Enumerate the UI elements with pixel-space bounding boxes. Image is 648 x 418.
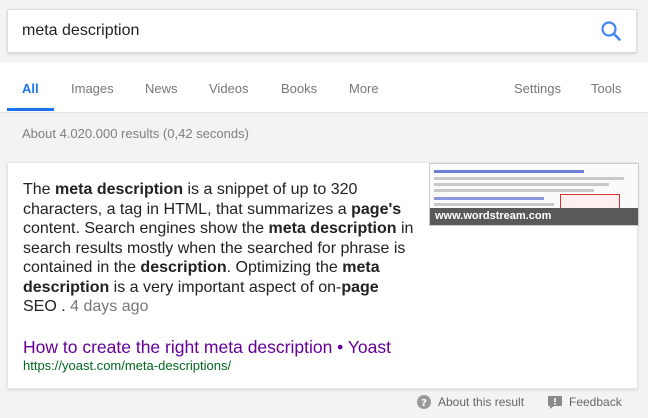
snippet-date: 4 days ago <box>70 298 149 315</box>
feedback-label: Feedback <box>569 395 622 409</box>
settings-link[interactable]: Settings <box>514 81 561 96</box>
snippet-segment: . Optimizing the <box>226 259 343 276</box>
result-title-link[interactable]: How to create the right meta description… <box>23 337 391 358</box>
snippet-segment: SEO . <box>23 298 71 315</box>
tab-images[interactable]: Images <box>71 81 114 96</box>
tab-all[interactable]: All <box>22 81 39 96</box>
featured-snippet-card: The meta description is a snippet of up … <box>7 162 639 389</box>
snippet-segment: is a very important aspect of on- <box>109 278 342 296</box>
tab-videos[interactable]: Videos <box>209 81 249 96</box>
thumbnail-caption: www.wordstream.com <box>430 208 638 225</box>
snippet-segment: content. Search engines show the <box>23 220 269 237</box>
thumbnail-text-line <box>434 189 594 192</box>
about-this-result-link[interactable]: ? About this result <box>417 395 524 409</box>
thumbnail-text-line <box>434 177 624 180</box>
thumbnail-text-line <box>434 183 609 186</box>
about-this-result-label: About this result <box>438 395 525 409</box>
snippet-highlight: meta description <box>268 220 397 237</box>
thumbnail-text-line <box>434 197 544 200</box>
tab-books[interactable]: Books <box>281 81 317 96</box>
tab-news[interactable]: News <box>145 81 178 96</box>
thumbnail-link-line <box>434 170 584 173</box>
feedback-icon <box>548 395 562 409</box>
results-stats: About 4.020.000 results (0,42 seconds) <box>22 126 249 141</box>
search-input[interactable] <box>22 10 582 52</box>
search-box[interactable] <box>7 9 637 53</box>
snippet-segment: The <box>23 181 56 198</box>
search-tabs-bar: All Images News Videos Books More Settin… <box>0 62 648 113</box>
snippet-highlight: page's <box>351 200 402 218</box>
search-icon[interactable] <box>600 20 622 42</box>
tools-link[interactable]: Tools <box>591 81 621 96</box>
feedback-link[interactable]: Feedback <box>548 395 622 409</box>
tab-more[interactable]: More <box>349 81 379 96</box>
snippet-text: The meta description is a snippet of up … <box>23 180 415 317</box>
svg-text:?: ? <box>421 398 427 409</box>
snippet-highlight: description <box>140 259 227 276</box>
thumbnail-text-line <box>434 203 554 206</box>
snippet-highlight: page <box>341 278 379 296</box>
help-icon: ? <box>417 395 431 409</box>
snippet-highlight: meta description <box>55 181 184 198</box>
result-url[interactable]: https://yoast.com/meta-descriptions/ <box>23 358 231 373</box>
active-tab-indicator <box>7 108 54 111</box>
snippet-thumbnail[interactable]: www.wordstream.com <box>429 163 639 226</box>
